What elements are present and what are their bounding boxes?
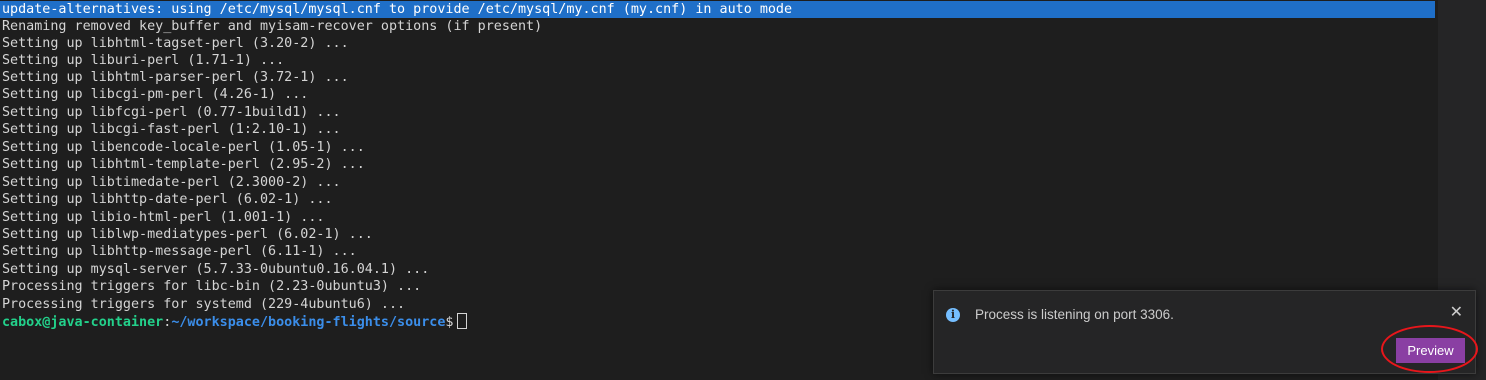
notification-message: Process is listening on port 3306. bbox=[975, 307, 1174, 322]
prompt-symbol: $ bbox=[445, 315, 454, 330]
terminal-line: Renaming removed key_buffer and myisam-r… bbox=[2, 19, 543, 34]
terminal-line: Setting up libcgi-fast-perl (1:2.10-1) .… bbox=[2, 122, 341, 137]
terminal-line: Processing triggers for libc-bin (2.23-0… bbox=[2, 279, 422, 294]
terminal-line: Processing triggers for systemd (229-4ub… bbox=[2, 297, 406, 312]
terminal-cursor bbox=[457, 313, 468, 329]
terminal-line: Setting up libio-html-perl (1.001-1) ... bbox=[2, 210, 325, 225]
terminal-line: Setting up libhttp-message-perl (6.11-1)… bbox=[2, 244, 357, 259]
terminal-line: Setting up libcgi-pm-perl (4.26-1) ... bbox=[2, 87, 309, 102]
notification-toast: i Process is listening on port 3306. ✕ P… bbox=[933, 290, 1478, 374]
terminal-line: Setting up libhttp-date-perl (6.02-1) ..… bbox=[2, 192, 333, 207]
terminal-line: Setting up libtimedate-perl (2.3000-2) .… bbox=[2, 175, 341, 190]
terminal-line: Setting up libencode-locale-perl (1.05-1… bbox=[2, 140, 365, 155]
terminal-line: Setting up liburi-perl (1.71-1) ... bbox=[2, 53, 285, 68]
prompt-path: ~/workspace/booking-flights/source bbox=[171, 315, 446, 330]
close-icon[interactable]: ✕ bbox=[1450, 305, 1463, 321]
info-icon: i bbox=[946, 308, 960, 322]
preview-button[interactable]: Preview bbox=[1396, 338, 1465, 363]
terminal-line: Setting up libfcgi-perl (0.77-1build1) .… bbox=[2, 105, 341, 120]
terminal-selected-line[interactable]: update-alternatives: using /etc/mysql/my… bbox=[0, 1, 1435, 18]
terminal-line: Setting up libhtml-template-perl (2.95-2… bbox=[2, 157, 365, 172]
terminal-line: Setting up mysql-server (5.7.33-0ubuntu0… bbox=[2, 262, 430, 277]
terminal-prompt-line[interactable]: cabox@java-container:~/workspace/booking… bbox=[2, 313, 468, 330]
terminal-line: Setting up libhtml-parser-perl (3.72-1) … bbox=[2, 70, 349, 85]
prompt-user-host: cabox@java-container bbox=[2, 315, 164, 330]
terminal-line: Setting up liblwp-mediatypes-perl (6.02-… bbox=[2, 227, 373, 242]
terminal-line: Setting up libhtml-tagset-perl (3.20-2) … bbox=[2, 36, 349, 51]
